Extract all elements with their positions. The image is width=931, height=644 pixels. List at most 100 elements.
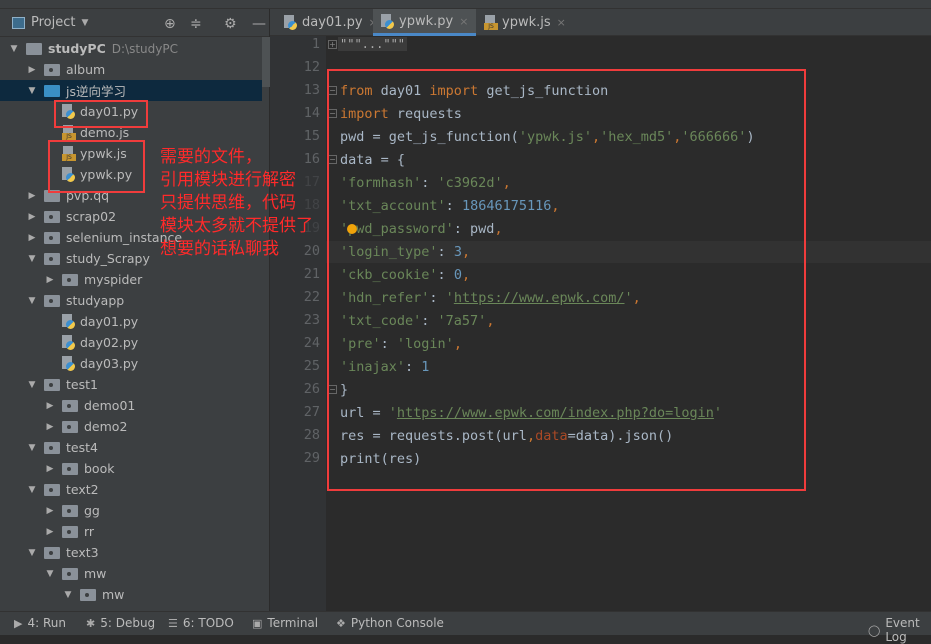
tree-item[interactable]: ▼ studyapp xyxy=(0,290,262,311)
collapsed-arrow-icon[interactable]: ▶ xyxy=(44,464,56,474)
collapsed-arrow-icon[interactable]: ▶ xyxy=(26,191,38,201)
python-icon: ❖ xyxy=(336,616,346,630)
expanded-arrow-icon[interactable]: ▼ xyxy=(26,296,38,306)
tool-button--todo[interactable]: ☰ 6: TODO xyxy=(168,616,234,630)
expanded-arrow-icon[interactable]: ▼ xyxy=(26,443,38,453)
tree-item-label: gg xyxy=(84,503,100,518)
tree-item[interactable]: ▶ rr xyxy=(0,521,262,542)
folder-icon xyxy=(26,42,42,55)
annotation-text: 需要的文件， 引用模块进行解密 只提供思维，代码 模块太多就不提供了 想要的话私… xyxy=(160,147,313,259)
tree-item[interactable]: day02.py xyxy=(0,332,262,353)
folder-icon xyxy=(44,231,60,244)
tool-button--run[interactable]: ▶ 4: Run xyxy=(14,616,66,630)
expanded-arrow-icon[interactable]: ▼ xyxy=(26,86,38,96)
expanded-arrow-icon[interactable]: ▼ xyxy=(8,44,20,54)
line-number: 14 xyxy=(303,105,320,121)
locate-icon[interactable]: ⊕ xyxy=(164,16,176,32)
tool-window-bar: ▶ 4: Run ✱ 5: Debug ☰ 6: TODO ▣ Terminal ❖ Python… xyxy=(0,611,931,644)
tree-item-label: album xyxy=(66,62,106,77)
collapsed-arrow-icon[interactable]: ▶ xyxy=(44,401,56,411)
collapsed-arrow-icon[interactable]: ▶ xyxy=(26,212,38,222)
tool-button-event-log[interactable]: ◯ Event Log xyxy=(868,616,931,644)
tool-button-label: Event Log xyxy=(885,616,920,644)
tree-item[interactable]: day01.py xyxy=(0,311,262,332)
tree-item[interactable]: ▼ studyPC D:\studyPC xyxy=(0,38,262,59)
folder-icon xyxy=(44,546,60,559)
tree-item[interactable]: ▶ demo01 xyxy=(0,395,262,416)
project-view-selector[interactable]: Project xyxy=(31,15,75,30)
tree-item[interactable]: ▶ book xyxy=(0,458,262,479)
folder-icon xyxy=(62,399,78,412)
tool-button--debug[interactable]: ✱ 5: Debug xyxy=(86,616,155,630)
tab-day01-py[interactable]: day01.py× xyxy=(276,9,386,36)
tree-item[interactable]: ▶ album xyxy=(0,59,262,80)
tree-item[interactable]: ▶ demo2 xyxy=(0,416,262,437)
python-file-icon xyxy=(62,356,76,371)
line-number: 25 xyxy=(303,358,320,374)
tab-ypwk-py[interactable]: ypwk.py × xyxy=(373,9,477,36)
expanded-arrow-icon[interactable]: ▼ xyxy=(26,380,38,390)
tab-label: day01.py xyxy=(302,15,363,30)
tree-item[interactable]: ▶ gg xyxy=(0,500,262,521)
expanded-arrow-icon[interactable]: ▼ xyxy=(26,548,38,558)
tree-item[interactable]: ▶ myspider xyxy=(0,269,262,290)
tree-item[interactable]: ▼ text2 xyxy=(0,479,262,500)
line-number: 15 xyxy=(303,128,320,144)
project-panel-header[interactable]: Project ▼ ⊕ ≑ ⚙ — xyxy=(0,9,269,37)
bug-icon: ✱ xyxy=(86,616,96,630)
close-icon[interactable]: × xyxy=(459,15,468,28)
tree-item[interactable]: ▼ mw xyxy=(0,584,262,605)
collapsed-arrow-icon[interactable]: ▶ xyxy=(26,233,38,243)
expanded-arrow-icon[interactable]: ▼ xyxy=(44,569,56,579)
expanded-arrow-icon[interactable]: ▼ xyxy=(26,254,38,264)
tree-item-label: mw xyxy=(84,566,107,581)
tree-item[interactable]: ▼ test4 xyxy=(0,437,262,458)
run-icon: ▶ xyxy=(14,616,23,630)
tree-item[interactable]: ▼ mw xyxy=(0,563,262,584)
terminal-icon: ▣ xyxy=(252,616,263,630)
folder-icon xyxy=(44,441,60,454)
folder-icon xyxy=(44,378,60,391)
tree-item-label: demo01 xyxy=(84,398,136,413)
line-number: 21 xyxy=(303,266,320,282)
collapsed-docstring[interactable]: """...""" xyxy=(338,37,408,51)
chevron-down-icon[interactable]: ▼ xyxy=(81,18,88,28)
tree-item[interactable]: ▼ js逆向学习 xyxy=(0,80,262,101)
line-number: 1 xyxy=(311,36,320,52)
fold-marker-icon[interactable]: + xyxy=(328,40,337,49)
tree-item[interactable]: day03.py xyxy=(0,353,262,374)
tree-item-label: book xyxy=(84,461,115,476)
expanded-arrow-icon[interactable]: ▼ xyxy=(26,485,38,495)
tree-item-label: myspider xyxy=(84,272,143,287)
tool-button-python-console[interactable]: ❖ Python Console xyxy=(336,616,444,630)
folder-icon xyxy=(62,420,78,433)
tree-item-label: study_Scrapy xyxy=(66,251,150,266)
tool-button-label: 6: TODO xyxy=(182,616,234,630)
tree-scrollbar[interactable] xyxy=(262,37,270,87)
gear-icon[interactable]: ⚙ xyxy=(224,16,237,32)
tab-ypwk-js[interactable]: ypwk.js × xyxy=(476,9,574,36)
collapsed-arrow-icon[interactable]: ▶ xyxy=(44,275,56,285)
tool-button-label: Python Console xyxy=(350,616,444,630)
tree-item-label: day02.py xyxy=(80,335,139,350)
js-file-icon xyxy=(484,15,498,30)
tree-item-label: scrap02 xyxy=(66,209,117,224)
folder-icon xyxy=(80,588,96,601)
collapse-all-icon[interactable]: ≑ xyxy=(190,16,202,32)
python-file-icon xyxy=(62,335,76,350)
collapsed-arrow-icon[interactable]: ▶ xyxy=(44,422,56,432)
collapsed-arrow-icon[interactable]: ▶ xyxy=(44,527,56,537)
folder-icon xyxy=(62,525,78,538)
expanded-arrow-icon[interactable]: ▼ xyxy=(62,590,74,600)
tool-button-terminal[interactable]: ▣ Terminal xyxy=(252,616,318,630)
collapsed-arrow-icon[interactable]: ▶ xyxy=(44,506,56,516)
minimize-icon[interactable]: — xyxy=(252,16,266,32)
collapsed-arrow-icon[interactable]: ▶ xyxy=(26,65,38,75)
tree-item-label: test1 xyxy=(66,377,98,392)
tree-item[interactable]: ▼ text3 xyxy=(0,542,262,563)
python-file-icon xyxy=(381,13,395,29)
folder-icon xyxy=(62,273,78,286)
close-icon[interactable]: × xyxy=(557,16,566,29)
tree-item[interactable]: ▼ test1 xyxy=(0,374,262,395)
title-bar xyxy=(0,0,931,9)
